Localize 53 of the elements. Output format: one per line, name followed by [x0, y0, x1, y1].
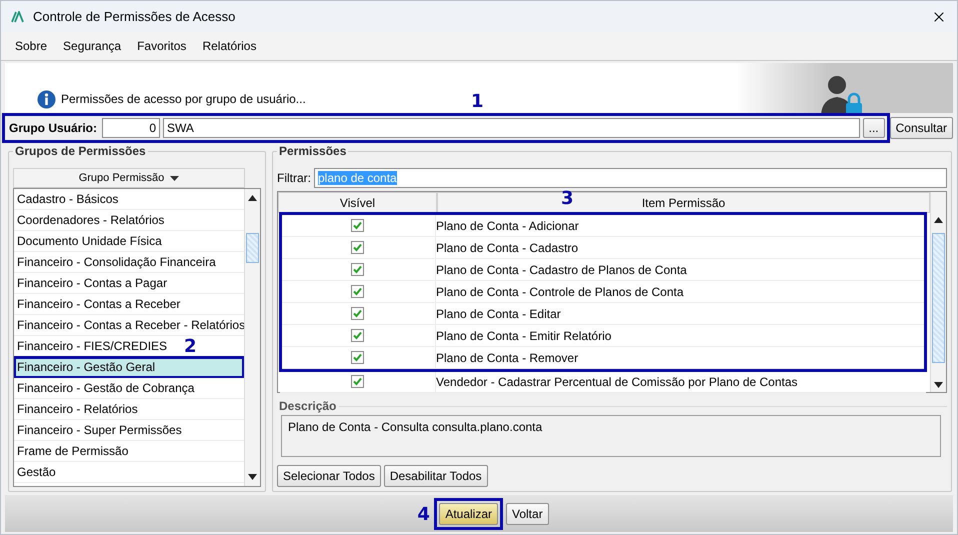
- checkbox[interactable]: [351, 375, 364, 388]
- checkbox[interactable]: [351, 329, 364, 342]
- action-button[interactable]: Atualizar: [439, 502, 498, 524]
- menu-item[interactable]: Segurança: [55, 39, 130, 53]
- menu-item[interactable]: Favoritos: [129, 39, 194, 53]
- info-icon: [37, 90, 56, 109]
- table-cell: Plano de Conta - Editar: [436, 306, 561, 320]
- scroll-down-icon[interactable]: [934, 382, 943, 388]
- window-title: Controle de Permissões de Acesso: [33, 9, 236, 24]
- name-field[interactable]: SWA: [163, 118, 860, 138]
- column-header[interactable]: Visível: [278, 192, 437, 213]
- callout-number: 3: [561, 190, 574, 208]
- query-button[interactable]: Consultar: [890, 117, 953, 139]
- table-cell: Plano de Conta - Cadastro: [436, 240, 578, 254]
- table-cell: Plano de Conta - Emitir Relatório: [436, 328, 612, 342]
- column-header[interactable]: Grupo Permissão: [13, 168, 245, 188]
- panel-legend: Grupos de Permissões: [13, 144, 148, 158]
- checkbox[interactable]: [351, 263, 364, 276]
- scroll-up-icon[interactable]: [934, 217, 943, 223]
- header-message: Permissões de acesso por grupo de usuário...: [61, 92, 306, 106]
- menu-item[interactable]: Sobre: [7, 39, 56, 53]
- table-cell: Plano de Conta - Remover: [436, 350, 578, 364]
- scroll-up-icon[interactable]: [248, 195, 257, 201]
- menu-item[interactable]: Relatórios: [194, 39, 264, 53]
- action-button[interactable]: Voltar: [506, 502, 549, 524]
- checkbox[interactable]: [351, 241, 364, 254]
- browse-button[interactable]: ...: [862, 118, 885, 138]
- description-legend: Descrição: [279, 399, 336, 413]
- scrollbar[interactable]: [244, 189, 260, 486]
- panel-legend: Permissões: [277, 144, 348, 158]
- table-cell: Plano de Conta - Controle de Planos de Conta: [436, 284, 684, 298]
- group-user-label: Grupo Usuário:: [9, 121, 98, 135]
- description-box: Plano de Conta - Consulta consulta.plano.conta: [281, 415, 941, 457]
- action-button[interactable]: Selecionar Todos: [277, 465, 381, 487]
- scroll-down-icon[interactable]: [248, 474, 257, 480]
- scroll-thumb[interactable]: [932, 233, 945, 363]
- action-button[interactable]: Desabilitar Todos: [384, 465, 488, 487]
- sort-caret-icon: [170, 176, 180, 180]
- checkbox[interactable]: [351, 351, 364, 364]
- code-field[interactable]: 0: [102, 118, 160, 138]
- scrollbar[interactable]: [930, 192, 946, 392]
- table-cell: Vendedor - Cadastrar Percentual de Comissão por Plano de Contas: [436, 374, 798, 388]
- checkbox[interactable]: [351, 285, 364, 298]
- scroll-thumb[interactable]: [246, 233, 259, 263]
- callout-number: 1: [471, 93, 484, 111]
- checkbox[interactable]: [351, 219, 364, 232]
- callout-number: 2: [184, 338, 197, 356]
- logo-icon: [11, 10, 25, 22]
- table-cell: Plano de Conta - Adicionar: [436, 218, 579, 232]
- checkbox[interactable]: [351, 307, 364, 320]
- table-cell: Plano de Conta - Cadastro de Planos de Conta: [436, 262, 687, 276]
- callout-number: 4: [417, 506, 430, 524]
- filter-label: Filtrar:: [277, 171, 311, 185]
